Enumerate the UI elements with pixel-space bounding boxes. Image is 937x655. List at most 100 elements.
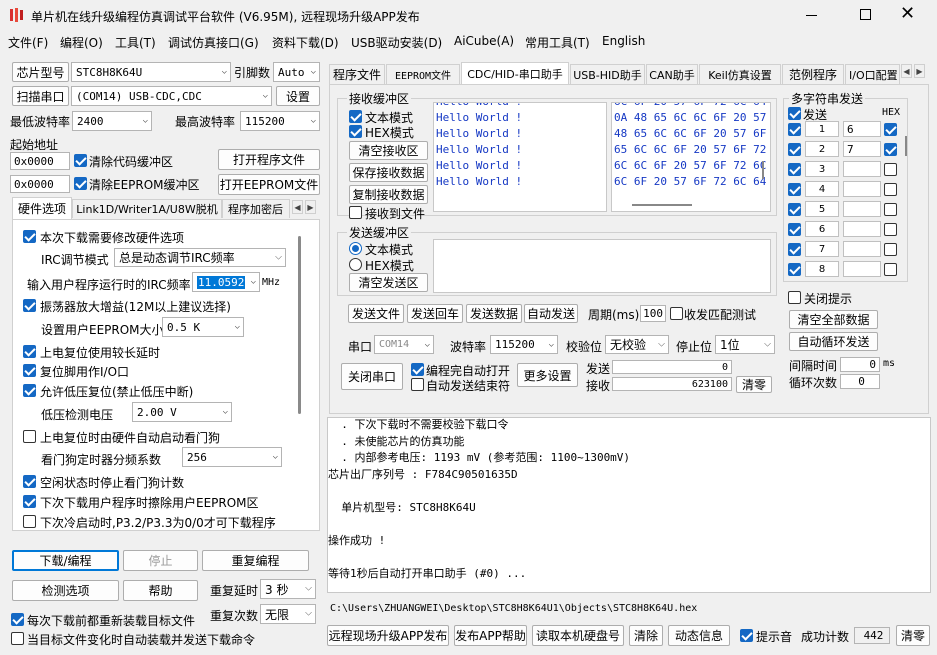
hardware-scrollbar[interactable] <box>298 236 301 414</box>
publish-help-button[interactable]: 发布APP帮助 <box>454 625 527 646</box>
recv-to-file-checkbox[interactable] <box>349 206 362 219</box>
maximize-icon[interactable] <box>860 9 871 20</box>
tab-eeprom-file[interactable]: EEPROM文件 <box>386 64 460 84</box>
cold-boot-checkbox[interactable] <box>23 515 36 528</box>
tab-program-file[interactable]: 程序文件 <box>329 64 385 84</box>
multi-row-7-input[interactable] <box>843 241 881 257</box>
send-text-area[interactable] <box>433 239 771 293</box>
multi-row-4-checkbox[interactable] <box>788 183 801 196</box>
receive-text-area[interactable]: Hello World ! Hello World ! Hello World … <box>433 102 607 212</box>
tab-io-config[interactable]: I/O口配置 <box>845 64 900 84</box>
multi-row-1-hex-checkbox[interactable] <box>884 123 897 136</box>
clear-log-button[interactable]: 清除 <box>629 625 663 646</box>
repeat-delay-select[interactable]: 3 秒 ⌵ <box>260 579 316 599</box>
multi-row-6-button[interactable]: 6 <box>805 221 839 237</box>
open-eeprom-button[interactable]: 打开EEPROM文件 <box>218 174 320 195</box>
send-hex-mode-radio[interactable] <box>349 258 362 271</box>
min-baud-select[interactable]: 2400 ⌵ <box>72 111 152 131</box>
loop-count-input[interactable]: 0 <box>840 374 880 389</box>
menu-common-tools[interactable]: 常用工具(T) <box>525 34 590 51</box>
minimize-icon[interactable] <box>806 15 817 16</box>
menu-file[interactable]: 文件(F) <box>8 34 48 51</box>
multi-row-7-button[interactable]: 7 <box>805 241 839 257</box>
multi-row-5-input[interactable] <box>843 201 881 217</box>
reset-io-checkbox[interactable] <box>23 364 36 377</box>
idle-wdt-checkbox[interactable] <box>23 475 36 488</box>
multi-row-1-checkbox[interactable] <box>788 123 801 136</box>
low-voltage-select[interactable]: 2.00 V ⌵ <box>132 402 232 422</box>
wdt-divider-select[interactable]: 256 ⌵ <box>182 447 282 467</box>
multi-row-3-button[interactable]: 3 <box>805 161 839 177</box>
zero-success-button[interactable]: 清零 <box>896 625 930 646</box>
erase-eeprom-checkbox[interactable] <box>23 495 36 508</box>
tab-right-arrow-icon[interactable]: ▶ <box>914 64 925 78</box>
multi-row-8-button[interactable]: 8 <box>805 261 839 277</box>
recv-text-mode-checkbox[interactable] <box>349 110 362 123</box>
port-settings-button[interactable]: 设置 <box>276 86 320 106</box>
auto-send-download-checkbox[interactable] <box>11 632 24 645</box>
multi-row-3-hex-checkbox[interactable] <box>884 163 897 176</box>
output-log[interactable]: . 下次下载时不需要校验下载口令 . 未使能芯片的仿真功能 . 内部参考电压: … <box>327 417 931 593</box>
max-baud-select[interactable]: 115200 ⌵ <box>240 111 320 131</box>
menu-program[interactable]: 编程(O) <box>60 34 103 51</box>
power-delay-checkbox[interactable] <box>23 345 36 358</box>
multi-row-8-hex-checkbox[interactable] <box>884 263 897 276</box>
chip-model-select[interactable]: STC8H8K64U ⌵ <box>71 62 231 82</box>
multi-row-5-hex-checkbox[interactable] <box>884 203 897 216</box>
menu-download[interactable]: 资料下载(D) <box>272 34 339 51</box>
auto-send-button[interactable]: 自动发送 <box>524 304 578 323</box>
multi-row-4-input[interactable] <box>843 181 881 197</box>
send-text-mode-radio[interactable] <box>349 242 362 255</box>
auto-loop-send-button[interactable]: 自动循环发送 <box>789 332 878 351</box>
send-return-button[interactable]: 发送回车 <box>407 304 463 323</box>
download-program-button[interactable]: 下载/编程 <box>12 550 119 571</box>
match-test-checkbox[interactable] <box>670 307 683 320</box>
multi-row-7-checkbox[interactable] <box>788 243 801 256</box>
scan-port-button[interactable]: 扫描串口 <box>12 86 69 106</box>
tab-right-arrow-icon[interactable]: ▶ <box>305 200 316 214</box>
parity-select[interactable]: 无校验 ⌵ <box>605 335 669 354</box>
tab-encryption[interactable]: 程序加密后 <box>222 199 290 218</box>
beep-checkbox[interactable] <box>740 629 753 642</box>
multi-row-7-hex-checkbox[interactable] <box>884 243 897 256</box>
auto-open-checkbox[interactable] <box>411 363 424 376</box>
receive-hex-area[interactable]: 6C 6F 20 57 6F 72 6C 64 0A 48 65 6C 6C 6… <box>611 102 771 212</box>
repeat-count-select[interactable]: 无限 ⌵ <box>260 604 316 624</box>
tab-hardware-options[interactable]: 硬件选项 <box>12 197 72 219</box>
eeprom-address-input[interactable]: 0x0000 <box>10 175 70 193</box>
eeprom-size-select[interactable]: 0.5 K ⌵ <box>162 317 244 337</box>
open-program-button[interactable]: 打开程序文件 <box>218 149 320 170</box>
port-select[interactable]: (COM14) USB-CDC,CDC ⌵ <box>71 86 272 106</box>
tab-left-arrow-icon[interactable]: ◀ <box>901 64 912 78</box>
reload-checkbox[interactable] <box>11 613 24 626</box>
tab-cdc-hid-serial[interactable]: CDC/HID-串口助手 <box>461 62 569 84</box>
multi-row-8-checkbox[interactable] <box>788 263 801 276</box>
multi-row-5-button[interactable]: 5 <box>805 201 839 217</box>
multi-row-6-checkbox[interactable] <box>788 223 801 236</box>
clear-receive-button[interactable]: 清空接收区 <box>349 141 428 160</box>
reprogram-button[interactable]: 重复编程 <box>202 550 309 571</box>
multi-row-3-checkbox[interactable] <box>788 163 801 176</box>
tab-keil-sim[interactable]: Keil仿真设置 <box>699 64 781 84</box>
interval-input[interactable]: 0 <box>840 357 880 372</box>
clear-count-button[interactable]: 清零 <box>736 376 772 393</box>
hex-scrollbar[interactable] <box>632 204 692 206</box>
pin-count-select[interactable]: Auto ⌵ <box>273 62 320 82</box>
modify-hardware-checkbox[interactable] <box>23 230 36 243</box>
publish-app-button[interactable]: 远程现场升级APP发布 <box>327 625 449 646</box>
multi-row-5-checkbox[interactable] <box>788 203 801 216</box>
check-options-button[interactable]: 检测选项 <box>12 580 119 601</box>
save-receive-button[interactable]: 保存接收数据 <box>349 163 428 182</box>
multi-row-2-hex-checkbox[interactable] <box>884 143 897 156</box>
multi-row-2-checkbox[interactable] <box>788 143 801 156</box>
menu-tools[interactable]: 工具(T) <box>115 34 156 51</box>
stop-bit-select[interactable]: 1位 ⌵ <box>715 335 775 354</box>
multi-row-6-input[interactable] <box>843 221 881 237</box>
help-button[interactable]: 帮助 <box>123 580 198 601</box>
period-input[interactable]: 100 <box>640 305 666 322</box>
irc-mode-select[interactable]: 总是动态调节IRC频率 ⌵ <box>114 248 286 267</box>
close-port-button[interactable]: 关闭串口 <box>341 363 403 390</box>
read-disk-button[interactable]: 读取本机硬盘号 <box>532 625 624 646</box>
multi-send-all-checkbox[interactable] <box>788 107 801 120</box>
send-file-button[interactable]: 发送文件 <box>348 304 404 323</box>
